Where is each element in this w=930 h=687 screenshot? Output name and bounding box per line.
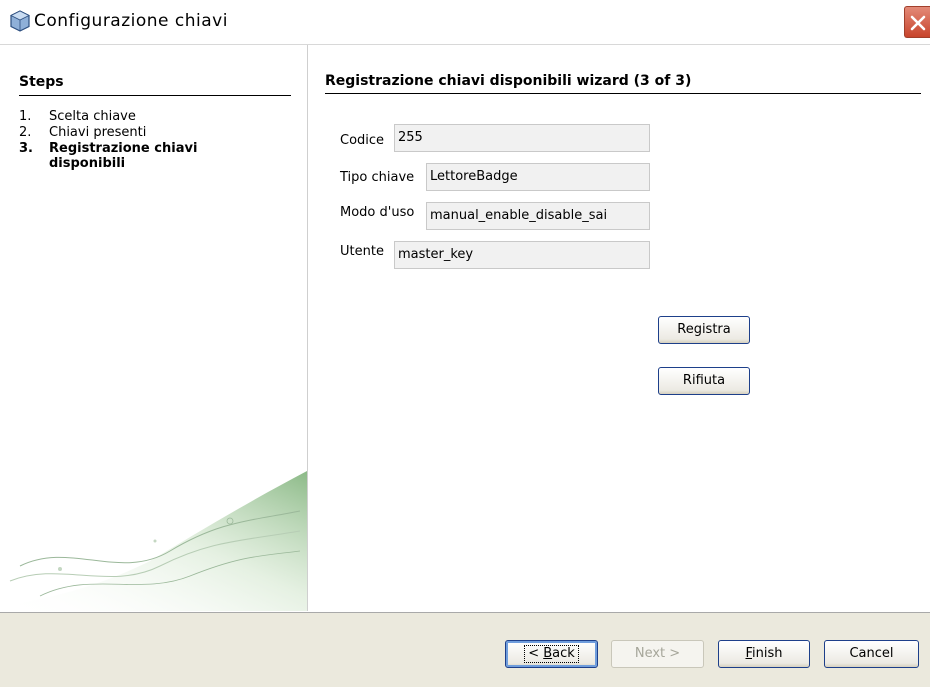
utente-field: master_key xyxy=(394,241,650,269)
step-number: 3. xyxy=(19,141,33,156)
close-icon xyxy=(910,15,926,31)
back-suffix: ack xyxy=(552,646,575,661)
step-label: Registrazione chiavi disponibili xyxy=(49,141,198,171)
wizard-decoration xyxy=(0,471,307,611)
title-divider xyxy=(325,93,921,94)
wizard-window: Configurazione chiavi Steps 1. Scelta ch… xyxy=(0,0,930,687)
step-number: 1. xyxy=(19,109,32,124)
title-bar[interactable]: Configurazione chiavi xyxy=(0,0,930,45)
step-label: Chiavi presenti xyxy=(49,125,147,140)
next-button[interactable]: Next > xyxy=(611,640,704,668)
back-button-label: < Back xyxy=(524,645,579,663)
step-item-current: 3. Registrazione chiavi disponibili xyxy=(19,141,299,171)
finish-button[interactable]: Finish xyxy=(718,640,810,668)
steps-list: 1. Scelta chiave 2. Chiavi presenti 3. R… xyxy=(19,109,299,172)
registra-button[interactable]: Registra xyxy=(658,316,750,344)
button-bar: < Back Next > Finish Cancel xyxy=(0,612,930,687)
step-number: 2. xyxy=(19,125,32,140)
step-item: 1. Scelta chiave xyxy=(19,109,299,124)
step-item: 2. Chiavi presenti xyxy=(19,125,299,140)
finish-suffix: inish xyxy=(752,646,783,661)
steps-heading: Steps xyxy=(19,74,64,90)
tipo-chiave-label: Tipo chiave xyxy=(340,170,415,185)
back-button[interactable]: < Back xyxy=(505,640,598,668)
page-title: Registrazione chiavi disponibili wizard … xyxy=(325,73,692,89)
back-mnemonic: B xyxy=(543,646,553,661)
tipo-chiave-field: LettoreBadge xyxy=(426,163,650,191)
cancel-button[interactable]: Cancel xyxy=(824,640,919,668)
modo-uso-label: Modo d'uso xyxy=(340,205,415,220)
rifiuta-button[interactable]: Rifiuta xyxy=(658,367,750,395)
cube-icon xyxy=(10,10,30,32)
codice-field: 255 xyxy=(394,124,650,152)
back-prefix: < xyxy=(528,646,544,661)
modo-uso-field: manual_enable_disable_sai xyxy=(426,202,650,230)
codice-label: Codice xyxy=(340,133,385,148)
window-title: Configurazione chiavi xyxy=(34,11,228,31)
main-content: Registrazione chiavi disponibili wizard … xyxy=(308,45,930,611)
steps-panel: Steps 1. Scelta chiave 2. Chiavi present… xyxy=(0,45,308,611)
utente-label: Utente xyxy=(340,244,384,259)
close-button[interactable] xyxy=(904,6,930,38)
step-label: Scelta chiave xyxy=(49,109,136,124)
steps-divider xyxy=(19,95,291,96)
